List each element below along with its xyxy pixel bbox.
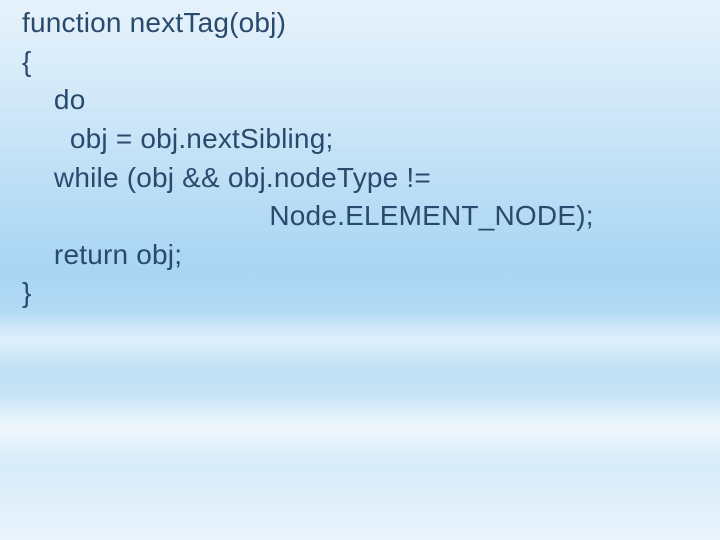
sheen-band-1 [0, 310, 720, 370]
code-line: obj = obj.nextSibling; [22, 120, 700, 159]
code-line: { [22, 43, 700, 82]
code-line: Node.ELEMENT_NODE); [22, 197, 700, 236]
code-line: return obj; [22, 236, 700, 275]
code-line: do [22, 81, 700, 120]
code-block: function nextTag(obj) { do obj = obj.nex… [22, 4, 700, 313]
code-line: function nextTag(obj) [22, 4, 700, 43]
sheen-band-2 [0, 394, 720, 464]
code-line: while (obj && obj.nodeType != [22, 159, 700, 198]
code-line: } [22, 274, 700, 313]
slide-background: function nextTag(obj) { do obj = obj.nex… [0, 0, 720, 540]
